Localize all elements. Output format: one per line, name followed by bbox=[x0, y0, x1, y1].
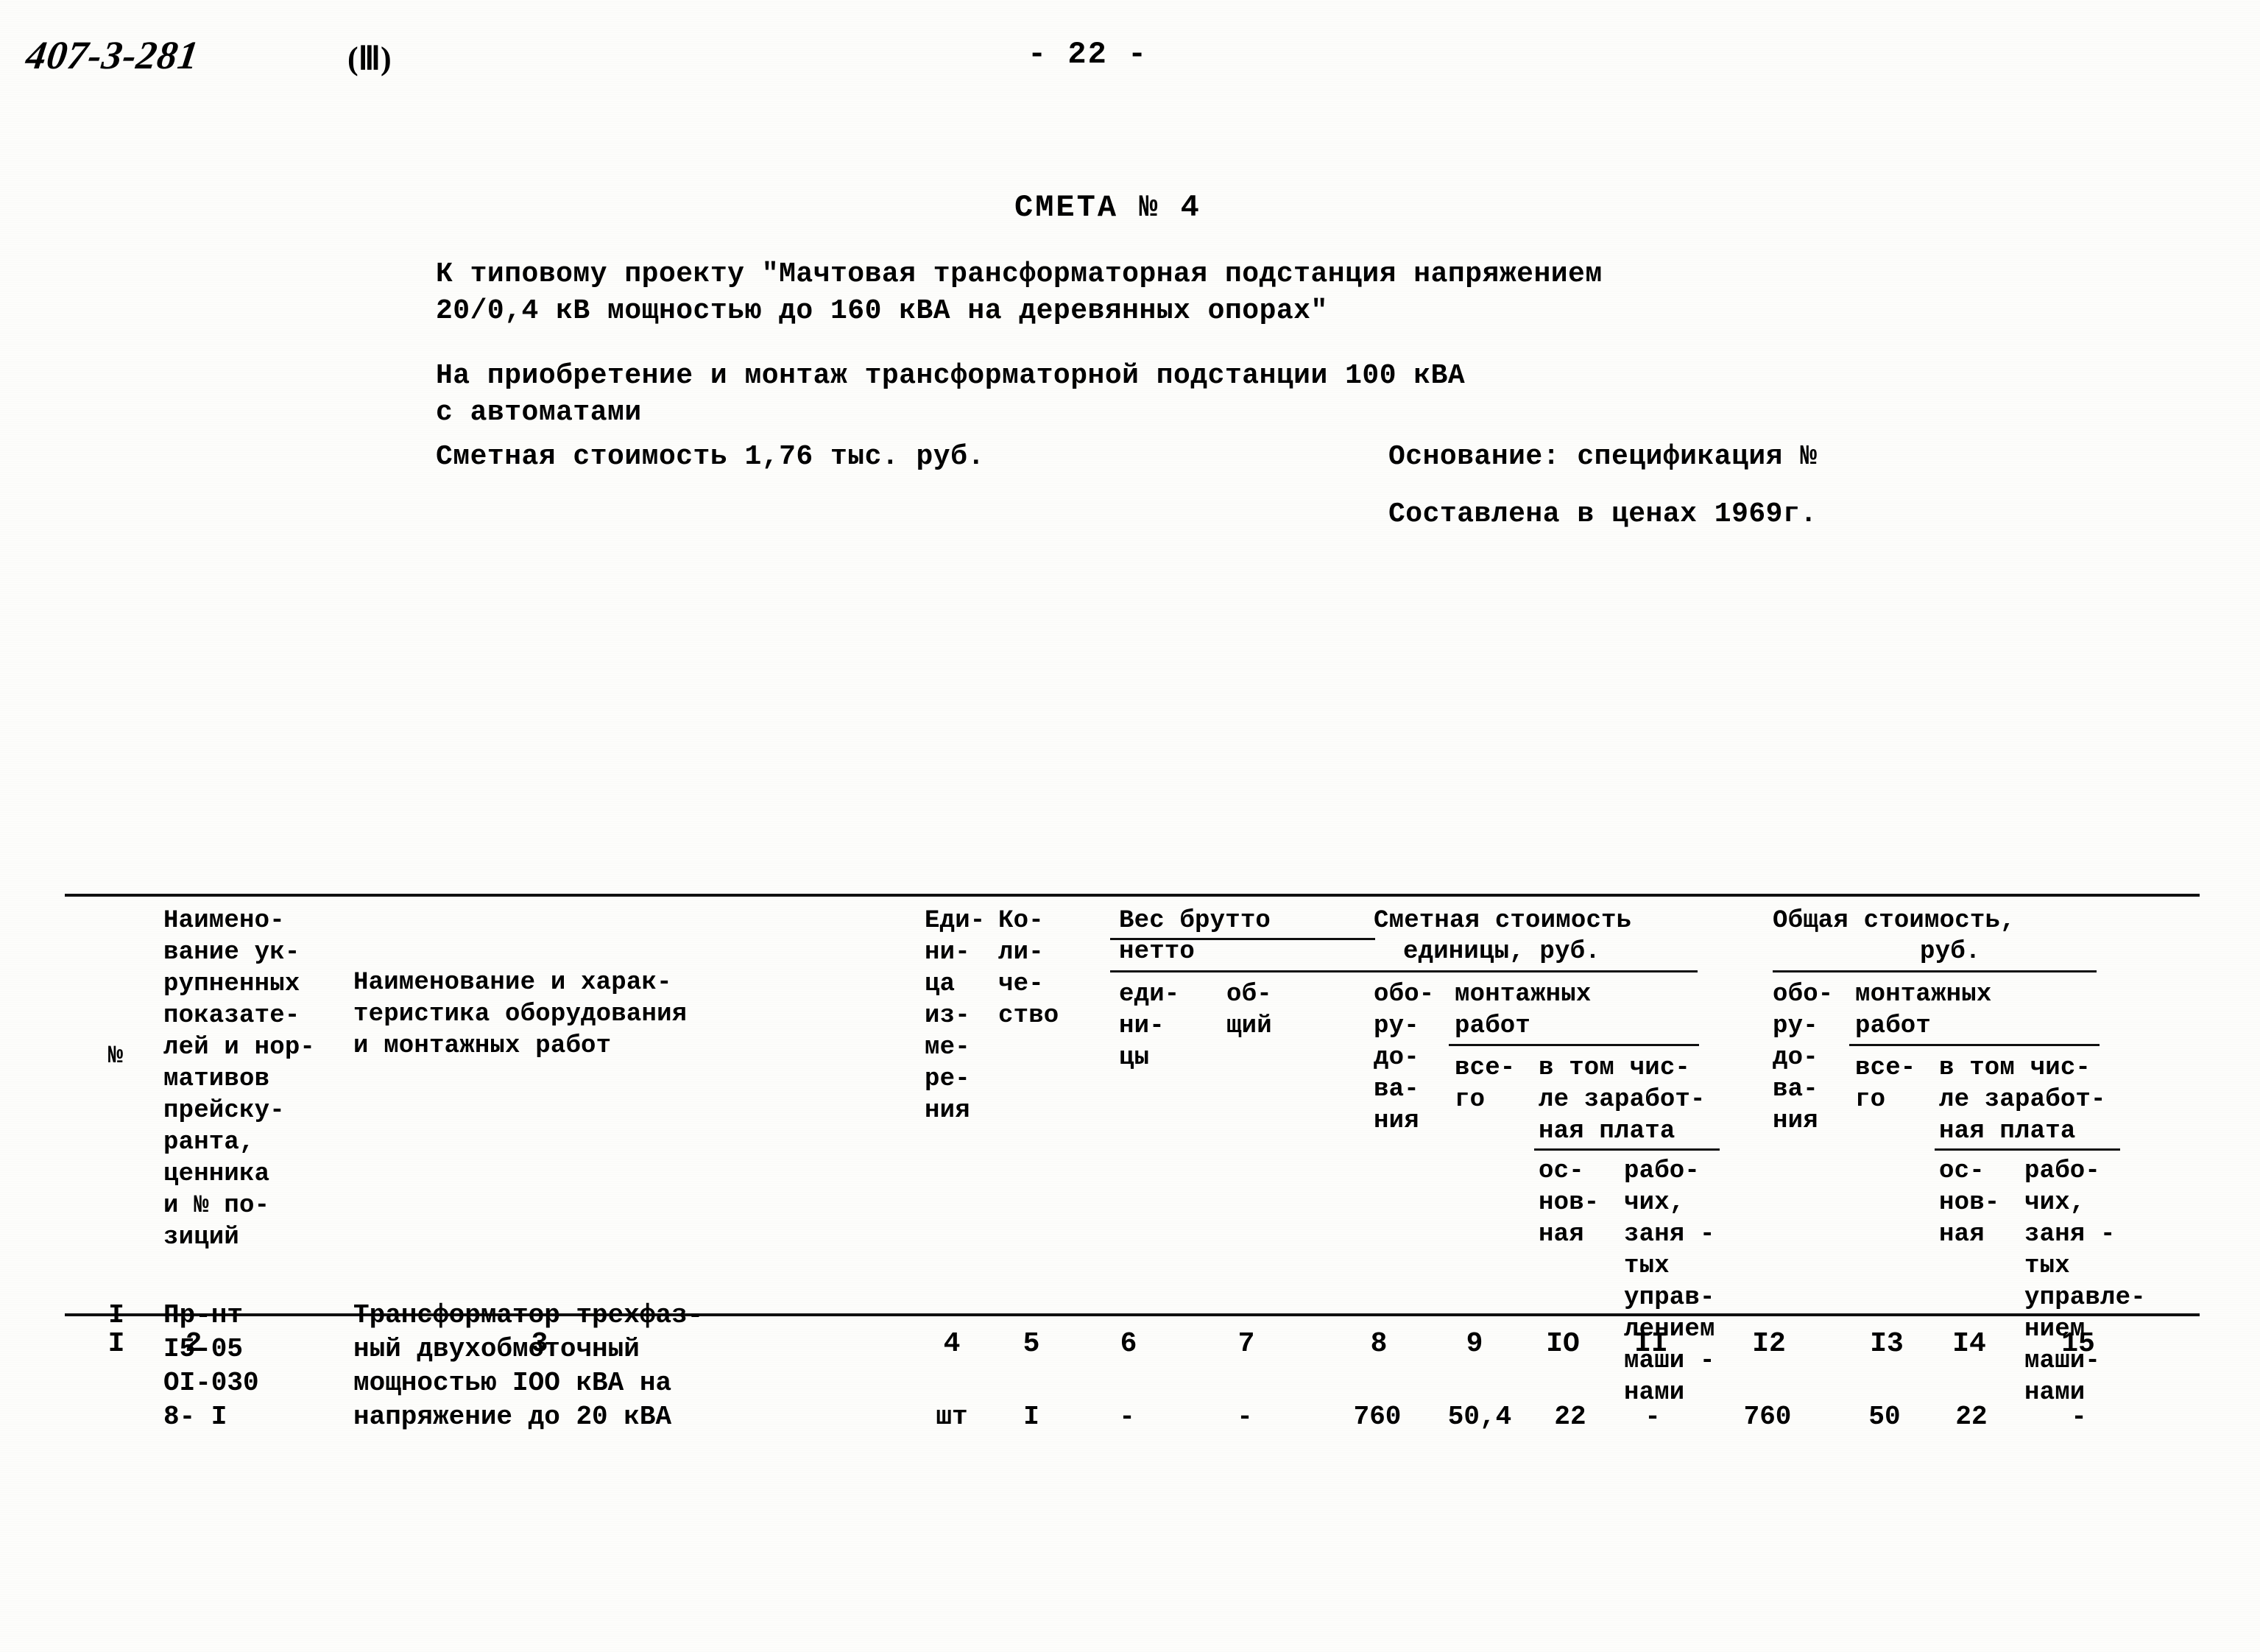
row-1-col-11: - bbox=[1645, 1402, 1661, 1432]
header-group-total-cost-sub: руб. bbox=[1920, 938, 1981, 966]
header-col-13: все- го bbox=[1855, 1054, 1916, 1114]
header-group-total-cost: Общая стоимость, bbox=[1773, 907, 2016, 935]
row-1-col-3: Трансформатор трехфаз- ный двухобмоточны… bbox=[353, 1300, 704, 1432]
column-number-4: 4 bbox=[943, 1328, 961, 1360]
mount-works-left-rule bbox=[1449, 1044, 1699, 1046]
header-group-weight-gross: Вес брутто bbox=[1119, 907, 1271, 935]
header-group-mount-works-left: монтажных работ bbox=[1455, 981, 1592, 1040]
document-code: 407-3-281 bbox=[23, 33, 202, 77]
row-1-col-7: - bbox=[1237, 1402, 1253, 1432]
header-col-11: рабо- чих, заня - тых управ- лением маши… bbox=[1624, 1157, 1715, 1407]
header-group-wage-right: в том чис- ле заработ- ная плата bbox=[1939, 1054, 2106, 1146]
row-1-col-2: Пр-нт I5-05 OI-030 8- I bbox=[163, 1300, 259, 1432]
intro-line-purpose-1: На приобретение и монтаж трансформаторно… bbox=[436, 360, 1466, 392]
header-col-6: еди- ни- цы bbox=[1119, 981, 1180, 1072]
header-col-10: ос- нов- ная bbox=[1539, 1157, 1600, 1249]
header-col-9: все- го bbox=[1455, 1054, 1516, 1114]
column-number-14: I4 bbox=[1952, 1328, 1986, 1360]
header-group-unit-cost-sub: единицы, руб. bbox=[1403, 938, 1600, 966]
column-number-1: I bbox=[107, 1328, 125, 1360]
header-col-2: Наимено- вание ук- рупненных показате- л… bbox=[163, 907, 316, 1252]
row-1-col-13: 50 bbox=[1868, 1402, 1901, 1432]
column-number-5: 5 bbox=[1023, 1328, 1040, 1360]
page-number: - 22 - bbox=[1028, 37, 1148, 72]
header-group-weight-net: нетто bbox=[1119, 938, 1196, 966]
header-col-4: Еди- ни- ца из- ме- ре- ния bbox=[925, 907, 986, 1125]
column-number-15: 15 bbox=[2061, 1328, 2095, 1360]
mount-works-right-rule bbox=[1849, 1044, 2100, 1046]
column-number-8: 8 bbox=[1370, 1328, 1388, 1360]
wage-right-rule bbox=[1935, 1148, 2120, 1151]
unit-cost-group-rule bbox=[1374, 970, 1698, 973]
header-group-unit-cost: Сметная стоимость bbox=[1374, 907, 1632, 935]
column-number-6: 6 bbox=[1120, 1328, 1137, 1360]
row-1-col-1: I bbox=[108, 1300, 124, 1330]
estimate-cost-line: Сметная стоимость 1,76 тыс. руб. bbox=[436, 441, 985, 473]
table-top-rule bbox=[65, 894, 2200, 897]
header-col-1: № bbox=[107, 1042, 124, 1070]
header-col-12: обо- ру- до- ва- ния bbox=[1773, 981, 1834, 1135]
document-page: 407-3-281 (Ⅲ) - 22 - СМЕТА № 4 К типовом… bbox=[0, 0, 2260, 1652]
column-number-11: II bbox=[1634, 1328, 1668, 1360]
header-group-mount-works-right: монтажных работ bbox=[1855, 981, 1992, 1040]
row-1-col-6: - bbox=[1119, 1402, 1135, 1432]
row-1-col-10: 22 bbox=[1554, 1402, 1586, 1432]
weight-group-rule-lower bbox=[1110, 970, 1375, 973]
total-cost-group-rule bbox=[1773, 970, 2097, 973]
header-col-5: Ко- ли- че- ство bbox=[998, 907, 1059, 1030]
column-number-7: 7 bbox=[1237, 1328, 1255, 1360]
row-1-col-5: I bbox=[1023, 1402, 1039, 1432]
header-group-wage-left: в том чис- ле заработ- ная плата bbox=[1539, 1054, 1706, 1146]
row-1-col-14: 22 bbox=[1955, 1402, 1988, 1432]
row-1-col-12: 760 bbox=[1743, 1402, 1792, 1432]
header-col-3: Наименование и харак- теристика оборудов… bbox=[353, 969, 688, 1060]
basis-line: Основание: спецификация № bbox=[1388, 441, 1818, 473]
row-1-col-8: 760 bbox=[1353, 1402, 1402, 1432]
document-part-marker: (Ⅲ) bbox=[347, 40, 392, 77]
column-number-12: I2 bbox=[1752, 1328, 1786, 1360]
intro-line-project-2: 20/0,4 кВ мощностью до 160 кВА на деревя… bbox=[436, 295, 1328, 327]
column-number-10: IO bbox=[1546, 1328, 1580, 1360]
prices-year-line: Составлена в ценах 1969г. bbox=[1388, 498, 1818, 530]
header-col-14: ос- нов- ная bbox=[1939, 1157, 2000, 1249]
header-col-15: рабо- чих, заня - тых управле- нием маши… bbox=[2024, 1157, 2146, 1407]
sheet-title: СМЕТА № 4 bbox=[1014, 190, 1201, 225]
column-number-9: 9 bbox=[1466, 1328, 1483, 1360]
wage-left-rule bbox=[1534, 1148, 1720, 1151]
intro-line-project-1: К типовому проекту "Мачтовая трансформат… bbox=[436, 258, 1603, 290]
row-1-col-4: шт bbox=[936, 1402, 968, 1432]
intro-line-purpose-2: с автоматами bbox=[436, 397, 642, 428]
header-col-8: обо- ру- до- ва- ния bbox=[1374, 981, 1435, 1135]
row-1-col-9: 50,4 bbox=[1447, 1402, 1512, 1432]
column-number-13: I3 bbox=[1870, 1328, 1904, 1360]
row-1-col-15: - bbox=[2071, 1402, 2087, 1432]
header-col-7: об- щий bbox=[1226, 981, 1272, 1040]
weight-group-rule-upper bbox=[1110, 938, 1375, 940]
